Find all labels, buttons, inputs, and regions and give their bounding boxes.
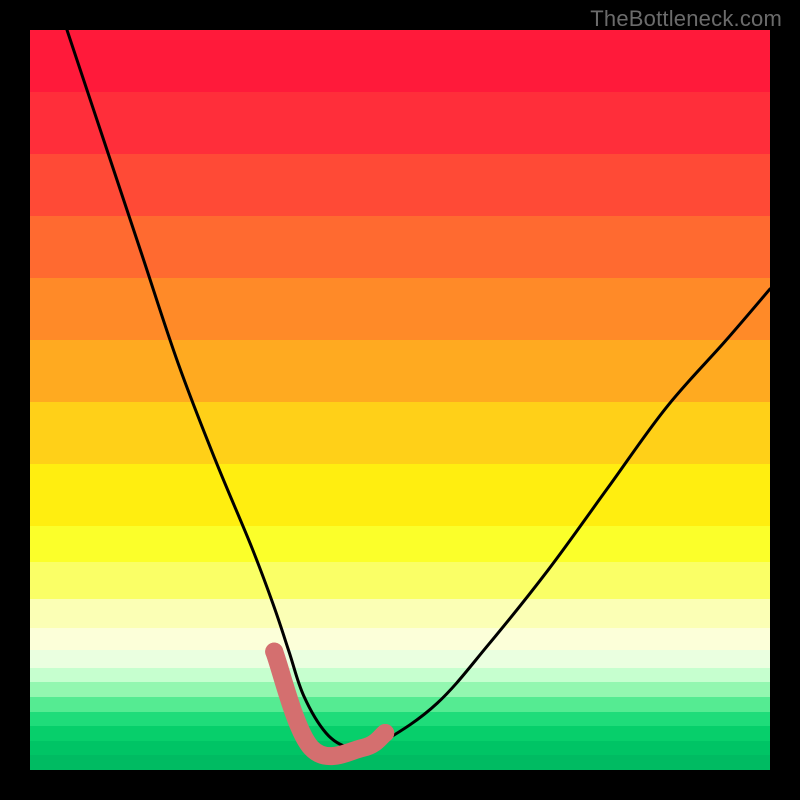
chart-frame: TheBottleneck.com — [0, 0, 800, 800]
highlight-dot — [376, 724, 394, 742]
watermark-text: TheBottleneck.com — [590, 6, 782, 32]
plot-area — [30, 30, 770, 770]
optimal-range-highlight — [274, 652, 385, 757]
highlight-dot — [265, 643, 283, 661]
bottleneck-curve — [67, 30, 770, 749]
curve-overlay — [30, 30, 770, 770]
